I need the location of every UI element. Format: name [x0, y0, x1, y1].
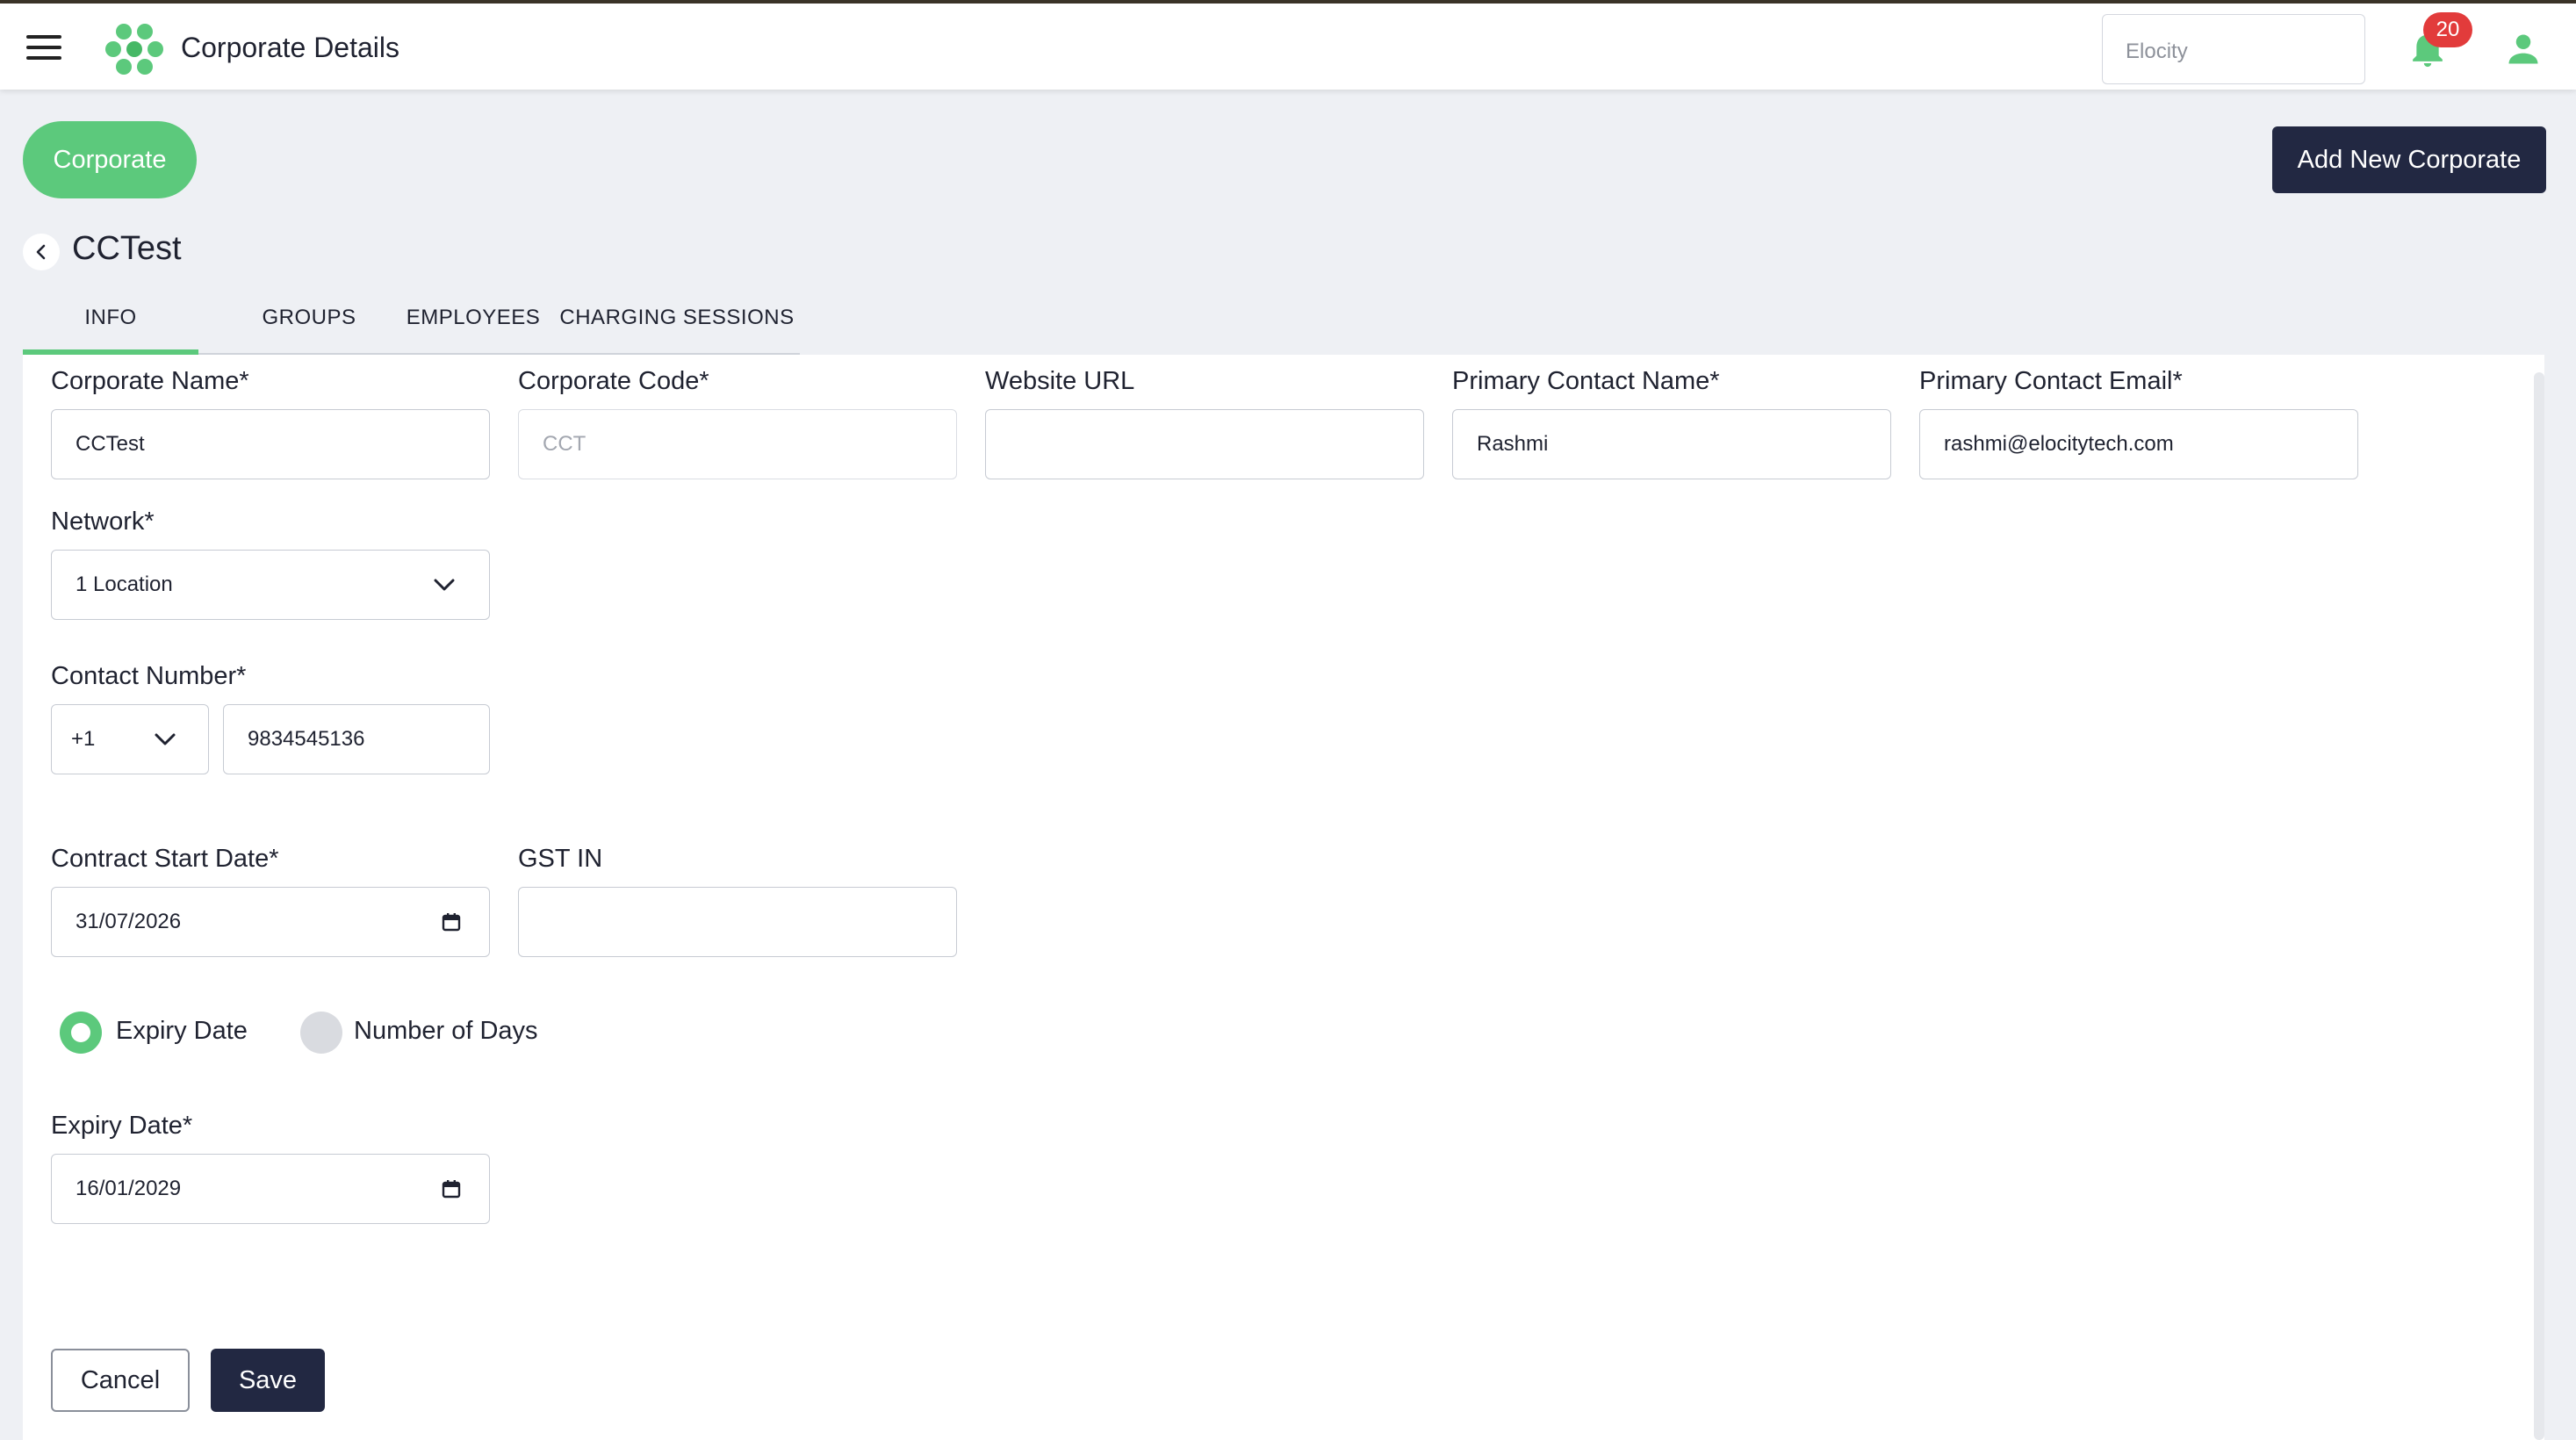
organization-selector[interactable]: Elocity: [2102, 14, 2365, 84]
calendar-icon[interactable]: [442, 1179, 461, 1199]
scrollbar[interactable]: [2534, 372, 2544, 1440]
page-title: CCTest: [72, 230, 182, 267]
app-title: Corporate Details: [181, 32, 399, 63]
website-url-label: Website URL: [985, 367, 1135, 395]
chevron-down-icon: [434, 579, 455, 591]
tab-info[interactable]: INFO: [23, 290, 198, 355]
detail-tabs: INFO GROUPS EMPLOYEES CHARGING SESSIONS: [23, 290, 800, 355]
contract-start-date-label: Contract Start Date*: [51, 845, 279, 873]
add-new-corporate-button[interactable]: Add New Corporate: [2272, 126, 2546, 193]
calendar-icon[interactable]: [442, 912, 461, 932]
expiry-date-label: Expiry Date*: [51, 1112, 193, 1140]
notification-count-badge: 20: [2423, 12, 2472, 47]
expiry-date-input[interactable]: 16/01/2029: [51, 1154, 490, 1224]
primary-contact-name-label: Primary Contact Name*: [1452, 367, 1720, 395]
cancel-button[interactable]: Cancel: [51, 1349, 190, 1412]
country-code-value: +1: [71, 727, 96, 751]
website-url-input[interactable]: [985, 409, 1424, 479]
expiry-date-value: 16/01/2029: [76, 1177, 182, 1200]
corporate-name-label: Corporate Name*: [51, 367, 249, 395]
top-app-bar: Corporate Details Elocity 20: [0, 4, 2576, 90]
primary-contact-email-label: Primary Contact Email*: [1919, 367, 2183, 395]
network-select-value: 1 Location: [76, 572, 173, 596]
tab-groups[interactable]: GROUPS: [219, 290, 399, 355]
contract-start-date-value: 31/07/2026: [76, 910, 182, 933]
corporate-code-label: Corporate Code*: [518, 367, 709, 395]
primary-contact-email-input[interactable]: rashmi@elocitytech.com: [1919, 409, 2358, 479]
contract-start-date-input[interactable]: 31/07/2026: [51, 887, 490, 957]
hexagon-cluster-logo: [105, 24, 163, 75]
contact-number-input[interactable]: 9834545136: [223, 704, 490, 774]
gst-in-label: GST IN: [518, 845, 603, 873]
expiry-date-radio-label[interactable]: Expiry Date: [116, 1017, 248, 1046]
tab-employees[interactable]: EMPLOYEES: [390, 290, 557, 355]
save-button[interactable]: Save: [211, 1349, 325, 1412]
network-select[interactable]: 1 Location: [51, 550, 490, 620]
corporate-name-input[interactable]: CCTest: [51, 409, 490, 479]
contact-number-label: Contact Number*: [51, 662, 247, 690]
back-button[interactable]: [23, 234, 60, 270]
user-icon[interactable]: [2504, 30, 2543, 68]
corporate-nav-pill[interactable]: Corporate: [23, 121, 197, 198]
corporate-code-input: CCT: [518, 409, 957, 479]
chevron-down-icon: [155, 733, 176, 745]
tab-charging-sessions[interactable]: CHARGING SESSIONS: [558, 290, 795, 355]
country-code-select[interactable]: +1: [51, 704, 209, 774]
gst-in-input[interactable]: [518, 887, 957, 957]
number-of-days-radio[interactable]: [300, 1012, 342, 1054]
number-of-days-radio-label[interactable]: Number of Days: [354, 1017, 538, 1046]
hamburger-icon[interactable]: [26, 35, 61, 61]
primary-contact-name-input[interactable]: Rashmi: [1452, 409, 1891, 479]
chevron-left-icon: [36, 244, 46, 260]
expiry-date-radio[interactable]: [60, 1012, 102, 1054]
network-label: Network*: [51, 508, 155, 536]
